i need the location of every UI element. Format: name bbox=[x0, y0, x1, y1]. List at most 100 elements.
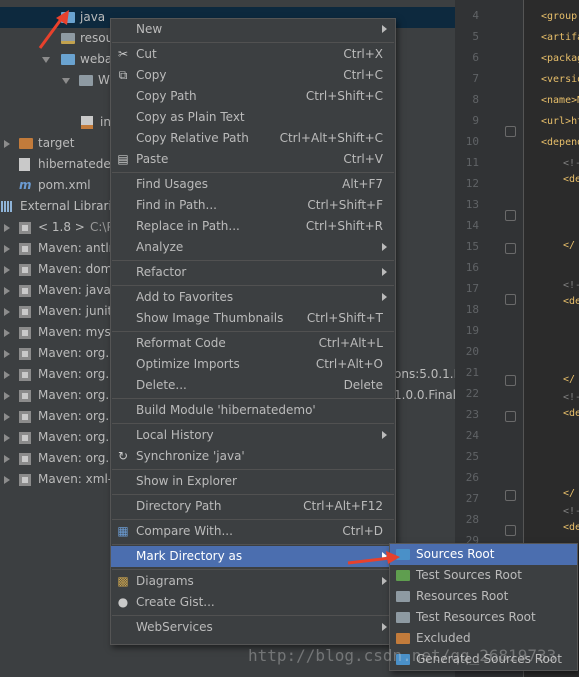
line-number: 10 bbox=[465, 135, 479, 148]
expand-arrow-icon[interactable] bbox=[42, 57, 50, 63]
menu-item-label: Local History bbox=[136, 428, 214, 442]
menu-item-refactor[interactable]: Refactor bbox=[111, 262, 395, 283]
menu-item-paste[interactable]: ▤ Paste Ctrl+V bbox=[111, 149, 395, 170]
maven-file-icon: m bbox=[19, 178, 32, 192]
tree-item-label: pom.xml bbox=[38, 178, 91, 192]
menu-item-analyze[interactable]: Analyze bbox=[111, 237, 395, 258]
line-number: 23 bbox=[465, 408, 479, 421]
fold-marker-icon[interactable] bbox=[505, 375, 516, 386]
tree-item-label: Maven: org. bbox=[38, 451, 110, 465]
menu-item-find-in-path[interactable]: Find in Path... Ctrl+Shift+F bbox=[111, 195, 395, 216]
fold-marker-icon[interactable] bbox=[505, 243, 516, 254]
menu-item-directory-path[interactable]: Directory Path Ctrl+Alt+F12 bbox=[111, 496, 395, 517]
code-line: <de bbox=[563, 296, 579, 307]
expand-arrow-icon[interactable] bbox=[4, 266, 10, 274]
code-line: <packag bbox=[541, 53, 579, 64]
expand-arrow-icon[interactable] bbox=[4, 140, 10, 148]
menu-item-add-to-favorites[interactable]: Add to Favorites bbox=[111, 287, 395, 308]
menu-item-optimize-imports[interactable]: Optimize Imports Ctrl+Alt+O bbox=[111, 354, 395, 375]
menu-item-build-module-hibernatedemo[interactable]: Build Module 'hibernatedemo' bbox=[111, 400, 395, 421]
menu-item-webservices[interactable]: WebServices bbox=[111, 617, 395, 638]
expand-arrow-icon[interactable] bbox=[4, 245, 10, 253]
folder-grey-icon bbox=[79, 75, 93, 86]
menu-item-new[interactable]: New bbox=[111, 19, 395, 40]
menu-separator bbox=[112, 260, 394, 261]
maven-lib-icon bbox=[19, 453, 31, 465]
fold-marker-icon[interactable] bbox=[505, 411, 516, 422]
expand-arrow-icon[interactable] bbox=[62, 78, 70, 84]
code-line: <url>ht bbox=[541, 116, 579, 127]
menu-item-show-in-explorer[interactable]: Show in Explorer bbox=[111, 471, 395, 492]
submenu-arrow-icon bbox=[382, 577, 387, 585]
maven-lib-icon bbox=[19, 306, 31, 318]
tree-item-overflow-text: 1.0.0.Final bbox=[394, 388, 455, 402]
menu-item-shortcut: Ctrl+Shift+R bbox=[305, 219, 383, 233]
fold-marker-icon[interactable] bbox=[505, 294, 516, 305]
menu-item-label: Optimize Imports bbox=[136, 357, 240, 371]
maven-lib-icon bbox=[19, 474, 31, 486]
menu-item-delete[interactable]: Delete... Delete bbox=[111, 375, 395, 396]
menu-item-label: Show in Explorer bbox=[136, 474, 237, 488]
menu-item-local-history[interactable]: Local History bbox=[111, 425, 395, 446]
menu-item-copy-relative-path[interactable]: Copy Relative Path Ctrl+Alt+Shift+C bbox=[111, 128, 395, 149]
folder-blue-icon bbox=[61, 54, 75, 65]
expand-arrow-icon[interactable] bbox=[4, 350, 10, 358]
menu-item-reformat-code[interactable]: Reformat Code Ctrl+Alt+L bbox=[111, 333, 395, 354]
submenu-item-test-sources-root[interactable]: Test Sources Root bbox=[390, 565, 577, 586]
line-number: 17 bbox=[465, 282, 479, 295]
menu-item-copy-path[interactable]: Copy Path Ctrl+Shift+C bbox=[111, 86, 395, 107]
menu-item-replace-in-path[interactable]: Replace in Path... Ctrl+Shift+R bbox=[111, 216, 395, 237]
menu-item-copy-as-plain-text[interactable]: Copy as Plain Text bbox=[111, 107, 395, 128]
expand-arrow-icon[interactable] bbox=[4, 434, 10, 442]
submenu-item-label: Test Sources Root bbox=[416, 568, 522, 582]
expand-arrow-icon[interactable] bbox=[4, 287, 10, 295]
tree-item-label: Maven: org. bbox=[38, 430, 110, 444]
line-number: 15 bbox=[465, 240, 479, 253]
submenu-item-sources-root[interactable]: Sources Root bbox=[390, 544, 577, 565]
tree-item-label: Maven: org. bbox=[38, 388, 110, 402]
tree-item-label: resou bbox=[80, 31, 114, 45]
menu-item-show-image-thumbnails[interactable]: Show Image Thumbnails Ctrl+Shift+T bbox=[111, 308, 395, 329]
menu-item-diagrams[interactable]: ▩ Diagrams bbox=[111, 571, 395, 592]
code-line: <!-- bbox=[563, 280, 579, 291]
tree-item-overflow-text: ons:5.0.1.F bbox=[394, 367, 455, 381]
menu-item-label: Cut bbox=[136, 47, 157, 61]
copy-icon: ⧉ bbox=[118, 68, 128, 82]
fold-marker-icon[interactable] bbox=[505, 126, 516, 137]
fold-marker-icon[interactable] bbox=[505, 490, 516, 501]
tree-item-label: Maven: java: bbox=[38, 283, 115, 297]
menu-item-create-gist[interactable]: ● Create Gist... bbox=[111, 592, 395, 613]
expand-arrow-icon[interactable] bbox=[4, 224, 10, 232]
tree-item-label: Maven: org. bbox=[38, 367, 110, 381]
menu-item-cut[interactable]: ✂ Cut Ctrl+X bbox=[111, 44, 395, 65]
menu-item-compare-with[interactable]: ▦ Compare With... Ctrl+D bbox=[111, 521, 395, 542]
expand-arrow-icon[interactable] bbox=[4, 476, 10, 484]
line-number: 16 bbox=[465, 261, 479, 274]
menu-item-synchronize-java[interactable]: ↻ Synchronize 'java' bbox=[111, 446, 395, 467]
expand-arrow-icon[interactable] bbox=[4, 413, 10, 421]
expand-arrow-icon[interactable] bbox=[4, 392, 10, 400]
tree-item-label: target bbox=[38, 136, 75, 150]
menu-item-label: WebServices bbox=[136, 620, 213, 634]
line-number: 14 bbox=[465, 219, 479, 232]
menu-item-label: Find Usages bbox=[136, 177, 209, 191]
fold-marker-icon[interactable] bbox=[505, 210, 516, 221]
tree-item-label: Maven: junit bbox=[38, 304, 113, 318]
submenu-item-resources-root[interactable]: Resources Root bbox=[390, 586, 577, 607]
menu-item-label: Copy as Plain Text bbox=[136, 110, 245, 124]
fold-marker-icon[interactable] bbox=[505, 525, 516, 536]
expand-arrow-icon[interactable] bbox=[4, 455, 10, 463]
menu-item-find-usages[interactable]: Find Usages Alt+F7 bbox=[111, 174, 395, 195]
expand-arrow-icon[interactable] bbox=[4, 308, 10, 316]
submenu-item-test-resources-root[interactable]: Test Resources Root bbox=[390, 607, 577, 628]
expand-arrow-icon[interactable] bbox=[4, 371, 10, 379]
menu-separator bbox=[112, 42, 394, 43]
menu-item-copy[interactable]: ⧉ Copy Ctrl+C bbox=[111, 65, 395, 86]
tree-item-label: W bbox=[98, 73, 110, 87]
menu-item-label: Build Module 'hibernatedemo' bbox=[136, 403, 316, 417]
menu-item-shortcut: Delete bbox=[343, 378, 383, 392]
code-line: <de bbox=[563, 174, 579, 185]
menu-item-shortcut: Ctrl+Shift+T bbox=[306, 311, 383, 325]
code-line: </ bbox=[563, 240, 576, 251]
expand-arrow-icon[interactable] bbox=[4, 329, 10, 337]
